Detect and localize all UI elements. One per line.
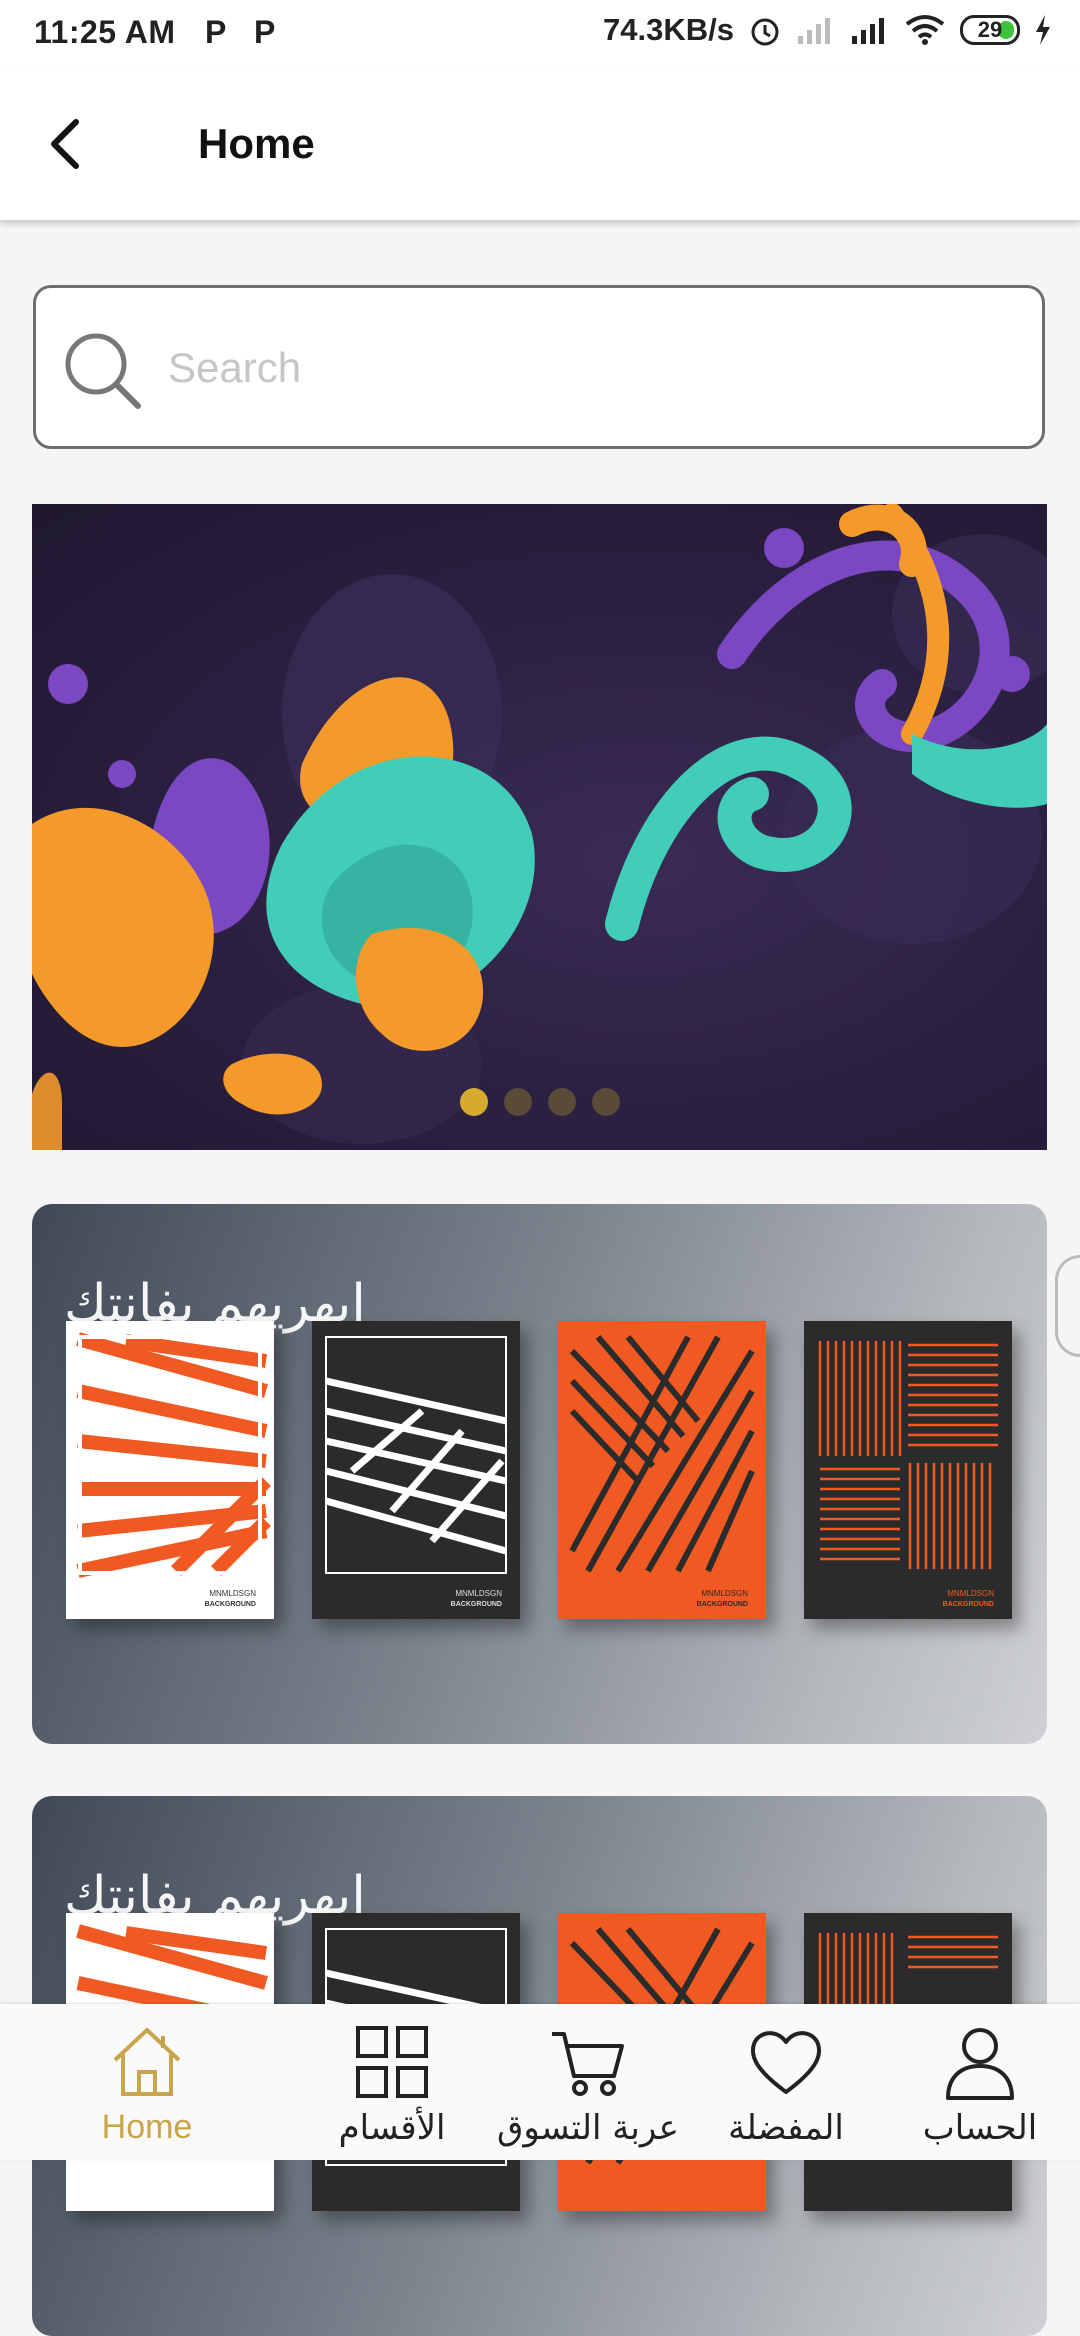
carousel-dot[interactable] <box>459 1088 488 1116</box>
search-placeholder: Search <box>168 344 302 391</box>
svg-text:BACKGROUND: BACKGROUND <box>205 1601 256 1608</box>
notification-p-icon: P <box>205 14 227 50</box>
back-arrow-icon[interactable] <box>40 114 100 174</box>
carousel-dot[interactable] <box>547 1088 576 1116</box>
notification-p-icon: P <box>254 14 276 50</box>
nav-item-favorites[interactable]: المفضلة <box>686 2022 886 2148</box>
svg-text:MNMLDSGN: MNMLDSGN <box>701 1589 748 1598</box>
svg-text:MNMLDSGN: MNMLDSGN <box>947 1589 994 1598</box>
wifi-icon <box>905 15 945 45</box>
hero-carousel[interactable] <box>32 504 1047 1150</box>
poster-image: MNMLDSGN BACKGROUND <box>804 1321 1012 1619</box>
drawer-handle[interactable] <box>1055 1255 1080 1357</box>
page-title: Home <box>198 120 315 167</box>
app-bar: Home <box>0 70 1080 220</box>
search-input[interactable]: Search <box>33 285 1045 449</box>
nav-label: Home <box>101 2108 193 2146</box>
user-icon <box>946 2028 1014 2100</box>
status-time: 11:25 AM <box>34 14 176 50</box>
grid-icon <box>356 2026 428 2098</box>
battery-icon: 29 <box>960 15 1020 45</box>
promo-banner[interactable]: ابهريهم بفانتك MNMLDSGN BACKGROUND MNMLD… <box>32 1204 1047 1744</box>
charging-icon <box>1036 15 1050 45</box>
nav-label: الحساب <box>922 2108 1038 2148</box>
search-icon <box>65 333 141 409</box>
svg-text:MNMLDSGN: MNMLDSGN <box>455 1589 502 1598</box>
heart-icon <box>750 2031 822 2094</box>
signal-off-icon <box>798 18 830 44</box>
svg-text:BACKGROUND: BACKGROUND <box>451 1601 502 1608</box>
network-speed: 74.3KB/s <box>603 12 734 47</box>
home-icon <box>113 2028 181 2096</box>
hero-banner-image <box>32 504 1047 1150</box>
carousel-dots <box>32 1088 1047 1116</box>
nav-item-categories[interactable]: الأقسام <box>292 2022 492 2148</box>
svg-text:BACKGROUND: BACKGROUND <box>697 1601 748 1608</box>
carousel-dot[interactable] <box>591 1088 620 1116</box>
svg-text:MNMLDSGN: MNMLDSGN <box>209 1589 256 1598</box>
signal-icon <box>852 18 884 44</box>
poster-image: MNMLDSGN BACKGROUND <box>66 1321 274 1619</box>
nav-item-cart[interactable]: عربة التسوق <box>488 2022 688 2148</box>
poster-image: MNMLDSGN BACKGROUND <box>558 1321 766 1619</box>
nav-label: عربة التسوق <box>497 2108 679 2148</box>
cart-icon <box>552 2032 624 2096</box>
nav-item-account[interactable]: الحساب <box>880 2022 1080 2148</box>
nav-item-home[interactable]: Home <box>47 2022 247 2147</box>
carousel-dot[interactable] <box>503 1088 532 1116</box>
bottom-navigation: Home الأقسام عربة التسوق المفضلة الحساب <box>0 2004 1080 2160</box>
nav-label: الأقسام <box>338 2108 446 2148</box>
alarm-icon <box>751 18 779 46</box>
nav-label: المفضلة <box>728 2108 844 2148</box>
poster-image: MNMLDSGN BACKGROUND <box>312 1321 520 1619</box>
svg-text:BACKGROUND: BACKGROUND <box>943 1601 994 1608</box>
status-bar: 11:25 AM P P 74.3KB/s 29 <box>0 0 1080 70</box>
